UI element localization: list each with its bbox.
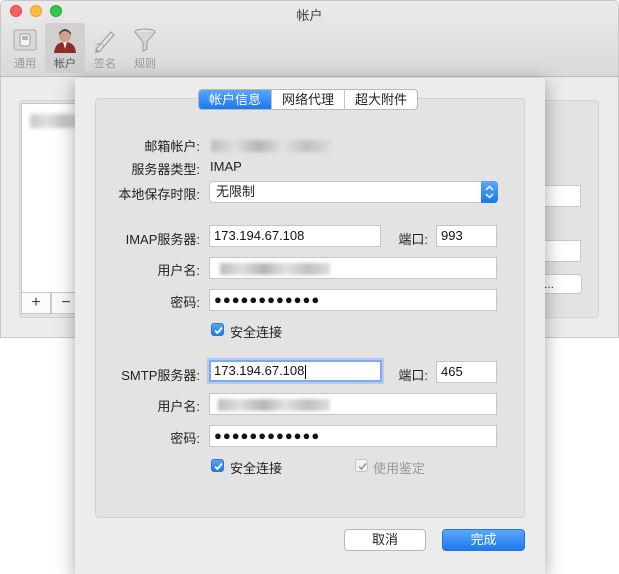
- local-keep-select[interactable]: 无限制: [209, 181, 498, 203]
- server-type-value: IMAP: [210, 159, 242, 174]
- title-bar: 帐户 通用 帐户 签名 规则: [1, 1, 618, 77]
- toolbar-rules-label: 规则: [134, 58, 156, 70]
- imap-secure-checkbox[interactable]: [211, 323, 224, 336]
- smtp-password-label: 密码:: [170, 431, 200, 446]
- toolbar-signature[interactable]: 签名: [85, 23, 125, 73]
- toolbar-accounts-label: 帐户: [54, 58, 76, 70]
- text-cursor: [305, 364, 307, 379]
- toolbar-signature-label: 签名: [94, 58, 116, 70]
- checkmark-icon: [358, 462, 367, 471]
- email-account-label: 邮箱帐户:: [144, 139, 200, 154]
- account-list-item[interactable]: [30, 114, 80, 128]
- imap-secure-label: 安全连接: [230, 325, 283, 340]
- tab-account-info[interactable]: 帐户信息: [199, 90, 272, 109]
- imap-password-input[interactable]: ●●●●●●●●●●●●: [209, 289, 497, 311]
- background-field[interactable]: [541, 185, 581, 207]
- imap-password-label: 密码:: [170, 295, 200, 310]
- chevron-updown-icon: [481, 181, 498, 203]
- funnel-icon: [134, 28, 156, 52]
- add-account-button[interactable]: +: [21, 292, 51, 314]
- smtp-secure-checkbox[interactable]: [211, 459, 224, 472]
- tab-bar: 帐户信息 网络代理 超大附件: [198, 89, 419, 110]
- toolbar-rules[interactable]: 规则: [125, 23, 165, 73]
- smtp-username-label: 用户名:: [157, 399, 200, 414]
- smtp-password-input[interactable]: ●●●●●●●●●●●●: [209, 425, 497, 447]
- toolbar-accounts[interactable]: 帐户: [45, 23, 85, 73]
- imap-username-value: [220, 263, 330, 275]
- pen-icon: [94, 31, 115, 53]
- local-keep-value: 无限制: [216, 184, 256, 199]
- cancel-button[interactable]: 取消: [344, 529, 426, 551]
- done-button[interactable]: 完成: [442, 529, 525, 551]
- smtp-server-label: SMTP服务器:: [121, 368, 200, 383]
- imap-port-label: 端口:: [398, 232, 428, 247]
- server-type-label: 服务器类型:: [131, 162, 200, 177]
- background-field[interactable]: [541, 240, 581, 262]
- background-more-button[interactable]: ...: [539, 274, 582, 294]
- checkmark-icon: [214, 462, 223, 471]
- smtp-port-input[interactable]: 465: [436, 361, 497, 383]
- imap-server-input[interactable]: 173.194.67.108: [209, 225, 381, 247]
- imap-port-input[interactable]: 993: [436, 225, 497, 247]
- toolbar-general[interactable]: 通用: [5, 23, 45, 73]
- smtp-username-input[interactable]: [209, 393, 497, 415]
- toolbar-general-label: 通用: [14, 58, 36, 70]
- window-title: 帐户: [296, 8, 323, 23]
- smtp-auth-label: 使用鉴定: [373, 461, 426, 476]
- tab-large-attachments[interactable]: 超大附件: [344, 90, 417, 109]
- tab-network-proxy[interactable]: 网络代理: [271, 90, 344, 109]
- smtp-auth-checkbox[interactable]: [355, 459, 368, 472]
- imap-username-input[interactable]: [209, 257, 497, 279]
- switch-icon: [13, 29, 37, 51]
- smtp-port-label: 端口:: [398, 368, 428, 383]
- imap-server-label: IMAP服务器:: [125, 232, 200, 247]
- local-keep-label: 本地保存时限:: [118, 187, 200, 202]
- smtp-secure-label: 安全连接: [230, 461, 283, 476]
- email-account-value: [211, 140, 331, 152]
- imap-username-label: 用户名:: [157, 263, 200, 278]
- user-icon: [54, 29, 76, 53]
- smtp-username-value: [218, 399, 330, 411]
- smtp-server-value: 173.194.67.108: [214, 363, 305, 378]
- account-settings-sheet: 帐户信息 网络代理 超大附件 邮箱帐户: 服务器类型: IMAP 本地保存时限:…: [75, 78, 545, 574]
- account-list[interactable]: [21, 103, 81, 293]
- smtp-server-input[interactable]: 173.194.67.108: [209, 360, 382, 382]
- checkmark-icon: [214, 326, 223, 335]
